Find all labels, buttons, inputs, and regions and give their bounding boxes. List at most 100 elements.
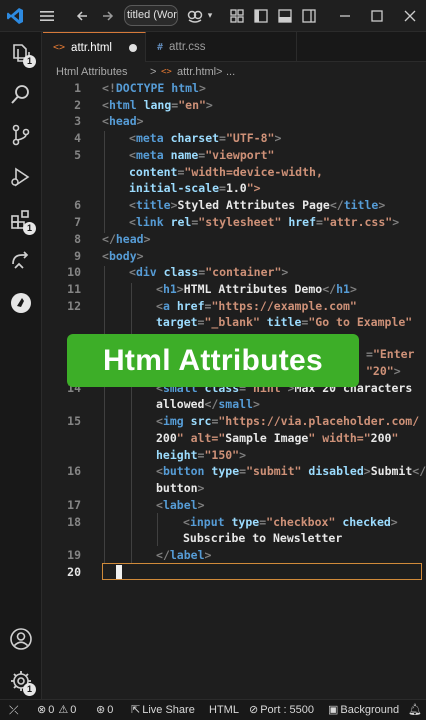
code-token: > [197, 481, 205, 495]
breadcrumb-folder[interactable]: Html Attributes [56, 63, 128, 81]
code-line: <title>Styled Attributes Page</title> [129, 198, 385, 212]
code-editor[interactable]: 1 2 3 4 5 6 7 8 9 10 11 12 14 15 16 17 1… [43, 81, 426, 699]
language-label: HTML [209, 704, 239, 716]
run-debug-icon[interactable] [8, 164, 34, 190]
manage-settings-icon[interactable]: 1 [8, 668, 36, 696]
code-token: label [169, 548, 205, 562]
port-label: Port : 5500 [260, 704, 315, 716]
code-token: < [329, 198, 337, 212]
problems-indicator[interactable]: ⊗ 0 ⚠ 0 [37, 700, 76, 720]
vscode-logo-icon [6, 7, 24, 25]
minimize-icon[interactable] [336, 7, 354, 25]
chevron-down-icon[interactable]: ▾ [205, 7, 215, 25]
command-center-search[interactable]: titled (Work [124, 5, 178, 26]
extensions-icon[interactable]: 1 [8, 207, 36, 235]
code-line: <head> [102, 114, 144, 128]
code-token: > [239, 448, 247, 462]
code-token: target [156, 315, 198, 329]
code-token: allowed [156, 397, 205, 411]
notifications-button[interactable]: 🔔︎ [408, 700, 422, 720]
account-icon[interactable] [8, 626, 34, 652]
copilot-icon[interactable] [186, 7, 204, 25]
code-token: type [211, 464, 240, 478]
menu-icon[interactable] [38, 7, 56, 25]
code-token: href [176, 299, 205, 313]
code-token: "checkbox" [266, 515, 336, 529]
code-token: < [129, 265, 136, 279]
code-token: " width=" [308, 431, 371, 445]
background-label: Background [340, 704, 400, 716]
unsaved-dot-icon[interactable] [129, 44, 137, 52]
code-token: > [205, 98, 213, 112]
line-number: 2 [74, 98, 81, 112]
indent-guide [104, 266, 105, 563]
code-token: img [162, 414, 184, 428]
code-token: charset [170, 131, 220, 145]
line-number: 8 [74, 232, 81, 246]
code-line: <body> [102, 249, 144, 263]
code-token: "width=device-width, [184, 165, 323, 179]
ports-indicator[interactable]: ⊛ 0 [96, 700, 113, 720]
code-token: > [176, 282, 184, 296]
explorer-icon[interactable]: 1 [8, 40, 36, 68]
code-token: title [135, 198, 171, 212]
toggle-panel-icon[interactable] [276, 7, 294, 25]
code-token: < [183, 515, 190, 529]
code-line: <html lang="en"> [102, 98, 213, 112]
code-token: "https://via.placeholder.com/ [218, 414, 420, 428]
code-token: Sample Image [225, 431, 309, 445]
code-token: link [135, 215, 164, 229]
source-control-icon[interactable] [8, 122, 34, 148]
code-token: name [170, 148, 199, 162]
code-token: < [102, 249, 109, 263]
breadcrumb-file[interactable]: attr.html [177, 63, 216, 81]
code-line: <!DOCTYPE html> [102, 81, 206, 95]
code-token: / [162, 548, 170, 562]
code-line: </label> [156, 548, 211, 562]
layout-icon[interactable] [228, 7, 246, 25]
maximize-icon[interactable] [368, 7, 386, 25]
back-arrow-icon[interactable] [73, 7, 91, 25]
live-share-button[interactable]: ⇱ Live Share [131, 700, 195, 720]
live-server-port[interactable]: ⊘ Port : 5500 [249, 700, 314, 720]
code-token: href [288, 215, 317, 229]
line-number: 18 [67, 515, 81, 529]
copilot-chat-icon[interactable] [8, 290, 34, 316]
code-token: "20" [366, 364, 394, 378]
remote-indicator[interactable]: ⤫ [9, 700, 19, 720]
indent-guide [104, 131, 105, 233]
tab-attr-html[interactable]: <> attr.html [43, 32, 146, 62]
code-token: "en" [178, 98, 206, 112]
status-bar: ⤫ ⊗ 0 ⚠ 0 ⊛ 0 ⇱ Live Share HTML ⊘ Port :… [0, 699, 426, 720]
code-token: / [336, 198, 344, 212]
code-token: < [129, 215, 136, 229]
background-indicator[interactable]: ▣ Background [328, 700, 399, 720]
close-icon[interactable] [401, 7, 419, 25]
toggle-primary-sidebar-icon[interactable] [252, 7, 270, 25]
code-token: "viewport" [205, 148, 275, 162]
breadcrumb-symbol[interactable]: ... [226, 63, 235, 81]
code-line: Subscribe to Newsletter [183, 531, 342, 545]
remote-explorer-icon[interactable] [8, 248, 34, 274]
search-icon[interactable] [8, 81, 34, 107]
toggle-secondary-sidebar-icon[interactable] [300, 7, 318, 25]
code-line: <div class="container"> [129, 265, 288, 279]
code-token: < [156, 498, 163, 512]
explorer-badge: 1 [23, 55, 36, 68]
code-token: "UTF-8" [225, 131, 275, 145]
code-line: <img src="https://via.placeholder.com/ [156, 414, 419, 428]
code-token: ! [108, 81, 116, 95]
tab-attr-css[interactable]: # attr.css [147, 32, 297, 62]
language-mode[interactable]: HTML [209, 700, 239, 720]
code-token: button [156, 481, 198, 495]
code-token: < [129, 131, 136, 145]
code-token: / [108, 232, 116, 246]
forward-arrow-icon[interactable] [99, 7, 117, 25]
code-token: h1 [336, 282, 350, 296]
code-token: DOCTYPE [115, 81, 165, 95]
code-token: < [129, 198, 136, 212]
